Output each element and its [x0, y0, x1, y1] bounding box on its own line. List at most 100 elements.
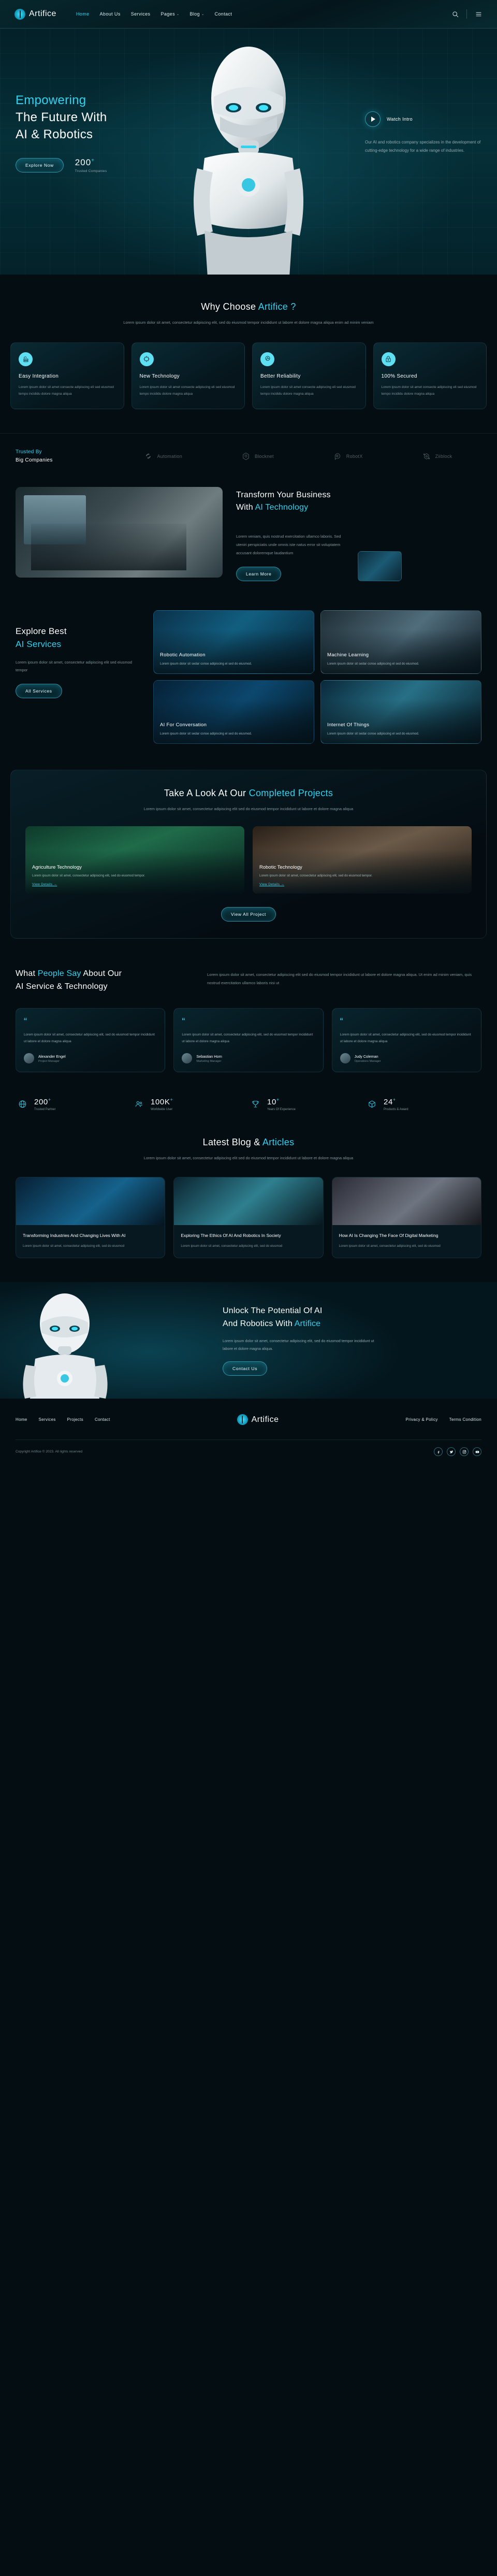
view-details-link[interactable]: View Details →: [259, 883, 284, 886]
counter-plus: +: [170, 1097, 173, 1103]
hero-heading-line2: The Future With: [16, 110, 107, 125]
why-choose-section: Why Choose Artifice ? Lorem ipsum dolor …: [0, 275, 497, 434]
nav-item-about[interactable]: About Us: [100, 11, 121, 17]
hamburger-menu-icon[interactable]: [474, 10, 483, 18]
blog-card[interactable]: How AI Is Changing The Face Of Digital M…: [331, 1176, 481, 1259]
blog-card-body: Transforming Industries And Changing Liv…: [16, 1225, 165, 1258]
nav-item-blog[interactable]: Blog ⌄: [189, 11, 204, 17]
brand-label: RobotX: [346, 453, 363, 459]
nav-label: Contact: [214, 11, 232, 17]
footer-link-terms[interactable]: Terms Condition: [449, 1417, 481, 1422]
contact-us-button[interactable]: Contact Us: [223, 1361, 268, 1376]
why-choose-subtitle: Lorem ipsum dolor sit amet, consectetur …: [123, 320, 374, 325]
explore-title: Explore Best AI Services: [16, 625, 140, 651]
footer-logo[interactable]: Artifice: [237, 1414, 279, 1426]
chevron-down-icon: ⌄: [201, 12, 204, 16]
brand-automation[interactable]: Automation: [143, 451, 182, 462]
transform-title-line2-plain: With: [236, 503, 255, 512]
card-text: Agriculture Technology Lorem ipsum dolor…: [32, 865, 238, 888]
hexagon-node-icon: [241, 451, 251, 462]
youtube-icon[interactable]: [473, 1447, 481, 1457]
cta-title-line2-accent: Artifice: [294, 1319, 321, 1328]
watch-intro-button[interactable]: Watch Intro: [365, 111, 481, 127]
footer-link-privacy[interactable]: Privacy & Policy: [406, 1417, 438, 1422]
atom-block-icon: [421, 451, 432, 462]
view-all-projects-button[interactable]: View All Project: [221, 907, 276, 922]
testimonial-name: Judy Coleman: [354, 1054, 378, 1059]
testimonials-header: What People Say About Our AI Service & T…: [16, 968, 481, 994]
cta-button-wrap: Contact Us: [223, 1361, 440, 1376]
nav-item-pages[interactable]: Pages ⌄: [160, 11, 179, 17]
blog-card[interactable]: Transforming Industries And Changing Liv…: [16, 1176, 166, 1259]
blog-card[interactable]: Exploring The Ethics Of AI And Robotics …: [173, 1176, 324, 1259]
watch-intro-label: Watch Intro: [387, 117, 413, 122]
header-divider: [466, 9, 467, 19]
service-card-internet-of-things[interactable]: Internet Of Things Lorem ipsum dolor sit…: [320, 680, 481, 744]
feature-card-text: Lorem ipsum dolor sit amet consecte adip…: [381, 385, 477, 396]
hero-stat-caption: Trusted Companies: [75, 169, 107, 174]
counter-years-experience: 10+ Years Of Experience: [248, 1097, 365, 1111]
blog-card-body: How AI Is Changing The Face Of Digital M…: [332, 1225, 481, 1258]
social-links: [434, 1447, 481, 1457]
feature-card-title: Better Reliability: [260, 373, 301, 379]
hero-heading-line1: Empowering: [16, 93, 86, 107]
brand-logo[interactable]: Artifice: [14, 8, 56, 20]
trusted-by-section: Trusted By Big Companies Automation Bloc…: [0, 433, 497, 482]
blog-subtitle: Lorem ipsum dolor sit amet, consectetur …: [143, 1156, 354, 1161]
cta-text: Lorem ipsum dolor sit amet, consectetur …: [223, 1338, 374, 1351]
footer-links: Home Services Projects Contact: [16, 1417, 110, 1422]
quote-icon: “: [340, 1016, 343, 1027]
projects-title: Take A Look At Our Completed Projects: [25, 788, 472, 799]
hero-cta-row: Explore Now 200+ Trusted Companies: [16, 157, 150, 173]
search-icon[interactable]: [451, 10, 459, 18]
footer-link-services[interactable]: Services: [39, 1417, 56, 1422]
cta-title: Unlock The Potential Of AI And Robotics …: [223, 1305, 440, 1331]
feature-card[interactable]: Easy Integration Lorem ipsum dolor sit a…: [10, 342, 124, 410]
hero-heading-line3: AI & Robotics: [16, 127, 93, 142]
footer-bottom-bar: Copyright Artifice © 2023. All rights re…: [16, 1440, 481, 1464]
service-card-robotic-automation[interactable]: Robotic Automation Lorem ipsum dolor sit…: [153, 610, 314, 674]
trophy-icon: [248, 1098, 262, 1111]
explore-now-button[interactable]: Explore Now: [16, 158, 64, 173]
view-details-link[interactable]: View Details →: [32, 883, 57, 886]
testimonial-author: Sebastian Horn Marketing Manager: [182, 1053, 315, 1064]
service-card-ai-conversation[interactable]: AI For Conversation Lorem ipsum dolor si…: [153, 680, 314, 744]
project-card-robotic[interactable]: Robotic Technology Lorem ipsum dolor sit…: [253, 826, 472, 894]
footer-link-projects[interactable]: Projects: [67, 1417, 83, 1422]
feature-card-title: New Technology: [139, 373, 180, 379]
blog-card-text: Lorem ipsum dolor sit amet, consectetur …: [339, 1244, 441, 1248]
testimonials-intro: Lorem ipsum dolor sit amet, consectetur …: [207, 972, 472, 985]
why-title-accent: Artifice ?: [258, 301, 296, 312]
project-card-agriculture[interactable]: Agriculture Technology Lorem ipsum dolor…: [25, 826, 244, 894]
projects-title-accent: Completed Projects: [248, 787, 333, 798]
cta-title-line2-plain: And Robotics With: [223, 1319, 295, 1328]
learn-more-button[interactable]: Learn More: [236, 566, 282, 581]
counter-number: 100K: [151, 1098, 170, 1107]
service-cards-grid: Robotic Automation Lorem ipsum dolor sit…: [153, 610, 481, 744]
footer-link-home[interactable]: Home: [16, 1417, 27, 1422]
feature-card[interactable]: New Technology Lorem ipsum dolor sit ame…: [131, 342, 245, 410]
feature-card[interactable]: Better Reliability Lorem ipsum dolor sit…: [252, 342, 366, 410]
blog-section: Latest Blog & Articles Lorem ipsum dolor…: [0, 1134, 497, 1282]
brand-blocknet[interactable]: Blocknet: [241, 451, 274, 462]
nav-item-contact[interactable]: Contact: [215, 11, 232, 17]
cta-content: Unlock The Potential Of AI And Robotics …: [223, 1305, 440, 1376]
nav-item-home[interactable]: Home: [76, 11, 90, 17]
brand-robotx[interactable]: RobotX: [332, 451, 363, 462]
instagram-icon[interactable]: [460, 1447, 469, 1457]
service-card-machine-learning[interactable]: Machine Learning Lorem ipsum dolor sit s…: [320, 610, 481, 674]
counter-caption: Products & Award: [384, 1108, 408, 1112]
avatar: [182, 1053, 193, 1064]
counter-number: 10: [267, 1098, 276, 1107]
brand-ziiblock[interactable]: Ziiblock: [421, 451, 452, 462]
nav-item-services[interactable]: Services: [131, 11, 151, 17]
blog-card-body: Exploring The Ethics Of AI And Robotics …: [174, 1225, 323, 1258]
feature-card[interactable]: 100% Secured Lorem ipsum dolor sit amet …: [373, 342, 487, 410]
facebook-icon[interactable]: [434, 1447, 443, 1457]
service-card-text: Lorem ipsum dolor sit sedar conse adipis…: [327, 731, 419, 736]
nav-label: Home: [76, 11, 90, 17]
twitter-icon[interactable]: [447, 1447, 456, 1457]
footer-link-contact[interactable]: Contact: [95, 1417, 110, 1422]
all-services-button[interactable]: All Services: [16, 684, 62, 699]
hero-stat-number: 200+: [75, 157, 107, 168]
